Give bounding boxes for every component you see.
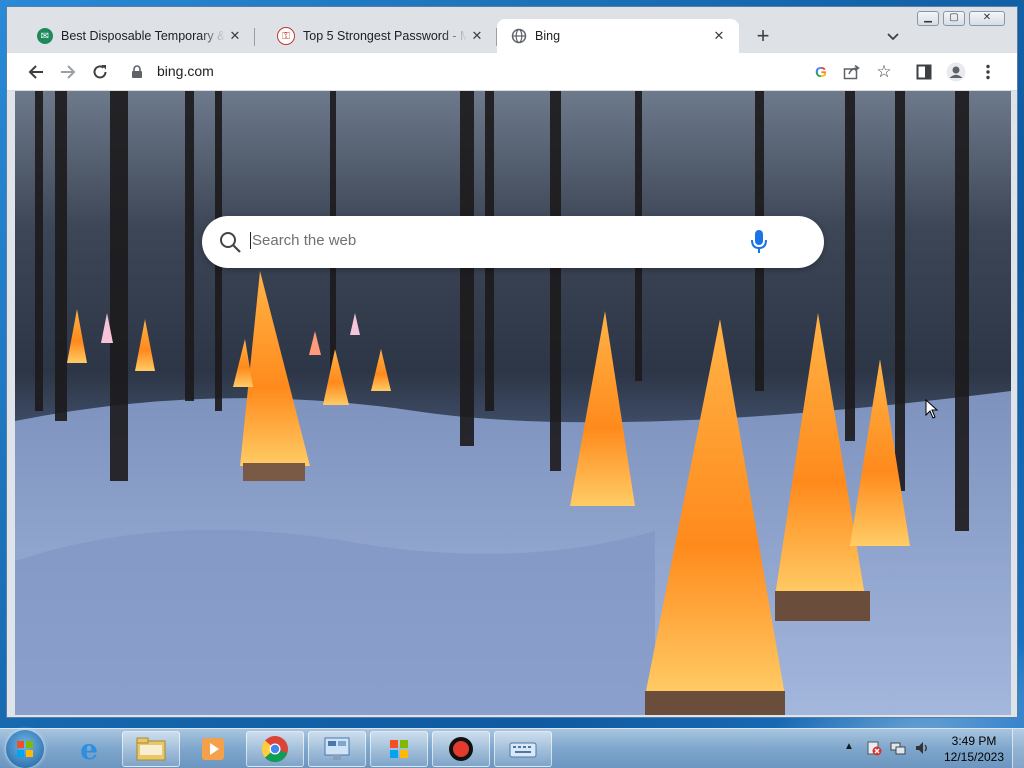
keyboard-icon — [509, 742, 537, 758]
side-panel-icon — [916, 64, 932, 80]
media-player-icon — [202, 738, 224, 760]
taskbar-recorder[interactable] — [432, 731, 490, 767]
tab-title: Bing — [535, 29, 561, 43]
address-bar[interactable]: bing.com — [157, 63, 214, 79]
search-icon — [220, 232, 241, 253]
taskbar-media[interactable] — [184, 731, 242, 767]
chevron-down-icon — [887, 33, 899, 41]
toolbar: bing.com G ☆ — [7, 53, 1017, 91]
share-icon — [843, 64, 860, 80]
windows-logo-icon — [17, 741, 33, 757]
arrow-right-icon — [61, 65, 76, 79]
forward-button[interactable] — [57, 61, 79, 83]
start-button[interactable] — [6, 730, 44, 768]
star-icon: ☆ — [876, 62, 892, 81]
mkyong-icon: ⚿ — [277, 27, 295, 45]
tab-temp-mail[interactable]: ✉ Best Disposable Temporary & Fake ✕ — [15, 19, 255, 53]
side-panel-button[interactable] — [913, 61, 935, 83]
more-vert-icon — [986, 64, 990, 80]
network-icon[interactable] — [890, 740, 906, 756]
profile-button[interactable] — [945, 61, 967, 83]
reload-button[interactable] — [89, 61, 111, 83]
new-tab-button[interactable]: + — [751, 25, 775, 49]
temp-mail-icon: ✉ — [37, 28, 53, 44]
site-info-button[interactable] — [129, 61, 145, 83]
close-window-button[interactable]: ✕ — [969, 11, 1005, 26]
reload-icon — [93, 65, 107, 79]
taskbar-windows-update[interactable] — [370, 731, 428, 767]
taskbar-ie[interactable]: e — [60, 731, 118, 767]
arrow-left-icon — [28, 65, 43, 79]
tab-search-button[interactable] — [883, 27, 903, 47]
search-input[interactable]: Search the web — [250, 232, 356, 249]
taskbar-keyboard[interactable] — [494, 731, 552, 767]
tab-title: Top 5 Strongest Password - Mkyong — [303, 29, 467, 43]
browser-window: ✉ Best Disposable Temporary & Fake ✕ ⚿ T… — [6, 6, 1018, 718]
tab-strip: ✉ Best Disposable Temporary & Fake ✕ ⚿ T… — [7, 7, 1017, 56]
background-image — [15, 91, 1011, 715]
clock-time[interactable]: 3:49 PM — [942, 734, 1006, 748]
tray-expand-icon[interactable]: ▲ — [844, 741, 854, 752]
close-tab-icon[interactable]: ✕ — [467, 28, 487, 44]
menu-button[interactable] — [977, 61, 999, 83]
windows-flag-icon — [390, 740, 408, 758]
bing-homepage: Search the web — [15, 91, 1011, 715]
minimize-button[interactable]: ▁ — [917, 11, 939, 26]
volume-icon[interactable] — [914, 740, 930, 756]
mouse-cursor-icon — [925, 399, 939, 419]
tab-bing[interactable]: Bing ✕ — [497, 19, 739, 53]
taskbar-explorer[interactable] — [122, 731, 180, 767]
close-tab-icon[interactable]: ✕ — [225, 28, 245, 44]
desktop: ✉ Best Disposable Temporary & Fake ✕ ⚿ T… — [0, 0, 1024, 768]
lock-icon — [132, 65, 142, 78]
google-icon: G — [815, 63, 827, 81]
bookmark-button[interactable]: ☆ — [873, 61, 895, 83]
globe-icon — [511, 28, 527, 44]
microphone-icon[interactable] — [750, 229, 768, 255]
taskbar-control-panel[interactable] — [308, 731, 366, 767]
folder-icon — [136, 737, 166, 761]
taskbar-chrome[interactable] — [246, 731, 304, 767]
avatar-icon — [946, 62, 966, 82]
internet-explorer-icon: e — [80, 732, 98, 766]
action-center-icon[interactable] — [866, 740, 882, 756]
tab-title: Best Disposable Temporary & Fake — [61, 29, 225, 43]
maximize-button[interactable]: ▢ — [943, 11, 965, 26]
share-button[interactable] — [841, 61, 863, 83]
show-desktop-button[interactable] — [1012, 729, 1024, 768]
search-box[interactable]: Search the web — [202, 216, 824, 268]
back-button[interactable] — [25, 61, 47, 83]
chrome-icon — [261, 736, 288, 763]
tab-mkyong[interactable]: ⚿ Top 5 Strongest Password - Mkyong ✕ — [255, 19, 497, 53]
taskbar: e ▲ 3:49 PM 12/15/2023 — [0, 728, 1024, 768]
google-lens-button[interactable]: G — [810, 61, 832, 83]
close-tab-icon[interactable]: ✕ — [709, 28, 729, 44]
control-panel-icon — [324, 737, 350, 760]
clock-date[interactable]: 12/15/2023 — [942, 750, 1006, 764]
record-icon — [449, 737, 473, 761]
